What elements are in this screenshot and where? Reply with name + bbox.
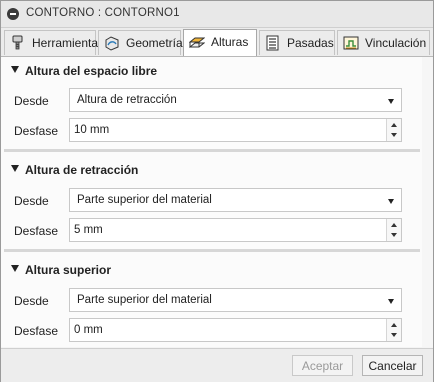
- desde-label: Desde: [14, 94, 49, 108]
- decrement-icon[interactable]: [387, 330, 401, 341]
- scrollbar[interactable]: [422, 57, 433, 347]
- desde-label: Desde: [14, 194, 49, 208]
- section-divider: [4, 249, 420, 252]
- increment-icon[interactable]: [387, 119, 401, 130]
- desfase-label: Desfase: [14, 324, 59, 338]
- section-divider: [4, 149, 420, 152]
- stepper-buttons: [386, 119, 401, 141]
- title-bar[interactable]: CONTORNO : CONTORNO1: [1, 1, 433, 28]
- section-title: Altura de retracción: [25, 163, 139, 177]
- decrement-icon[interactable]: [387, 130, 401, 141]
- passes-icon: [266, 35, 279, 51]
- desfase-label: Desfase: [14, 224, 59, 238]
- desfase-label: Desfase: [14, 124, 59, 138]
- heights-icon: [189, 37, 205, 48]
- dropdown-arrow-icon: [388, 199, 394, 204]
- caret-down-icon[interactable]: [11, 165, 19, 172]
- tab-label: Alturas: [211, 35, 249, 49]
- section-header-clearance-height[interactable]: Altura del espacio libre: [1, 61, 433, 83]
- tab-herramienta[interactable]: Herramienta: [4, 30, 99, 55]
- dropdown-arrow-icon: [388, 99, 394, 104]
- tab-label: Geometría: [126, 36, 183, 50]
- top-offset-input[interactable]: [70, 319, 386, 341]
- clearance-offset-input[interactable]: [70, 119, 386, 141]
- section-title: Altura superior: [25, 263, 112, 277]
- increment-icon[interactable]: [387, 219, 401, 230]
- section-title: Altura del espacio libre: [25, 64, 158, 78]
- tab-content-alturas: Altura del espacio libre Desde Altura de…: [1, 57, 433, 347]
- select-value: Parte superior del material: [77, 294, 212, 306]
- section-header-top-height[interactable]: Altura superior: [1, 260, 433, 282]
- top-from-select[interactable]: Parte superior del material: [69, 288, 402, 312]
- caret-down-icon[interactable]: [11, 66, 19, 73]
- tool-icon: [12, 35, 23, 50]
- tab-label: Vinculación: [365, 36, 427, 50]
- tab-pasadas[interactable]: Pasadas: [259, 30, 335, 55]
- caret-down-icon[interactable]: [11, 265, 19, 272]
- dropdown-arrow-icon: [388, 299, 394, 304]
- cancel-button[interactable]: Cancelar: [362, 355, 423, 376]
- dialog: CONTORNO : CONTORNO1 Herramienta Geometr…: [0, 0, 434, 382]
- geometry-icon: [105, 36, 119, 51]
- tab-geometria[interactable]: Geometría: [98, 30, 183, 55]
- clearance-offset-stepper[interactable]: [69, 118, 402, 142]
- retract-offset-stepper[interactable]: [69, 218, 402, 242]
- collapse-icon[interactable]: [7, 8, 19, 20]
- tab-label: Herramienta: [32, 36, 99, 50]
- decrement-icon[interactable]: [387, 230, 401, 241]
- tab-alturas[interactable]: Alturas: [183, 29, 257, 56]
- desde-label: Desde: [14, 294, 49, 308]
- dialog-footer: Aceptar Cancelar: [1, 348, 433, 382]
- select-value: Parte superior del material: [77, 194, 212, 206]
- retract-from-select[interactable]: Parte superior del material: [69, 188, 402, 212]
- dialog-title: CONTORNO : CONTORNO1: [26, 7, 180, 19]
- section-header-retract-height[interactable]: Altura de retracción: [1, 160, 433, 182]
- clearance-from-select[interactable]: Altura de retracción: [69, 88, 402, 112]
- tab-bar: Herramienta Geometría Alturas Pasadas Vi…: [1, 28, 433, 57]
- top-offset-stepper[interactable]: [69, 318, 402, 342]
- tab-label: Pasadas: [287, 36, 334, 50]
- stepper-buttons: [386, 319, 401, 341]
- retract-offset-input[interactable]: [70, 219, 386, 241]
- select-value: Altura de retracción: [77, 94, 177, 106]
- accept-button[interactable]: Aceptar: [292, 355, 353, 376]
- stepper-buttons: [386, 219, 401, 241]
- linking-icon: [343, 36, 359, 50]
- increment-icon[interactable]: [387, 319, 401, 330]
- tab-vinculacion[interactable]: Vinculación: [337, 30, 430, 55]
